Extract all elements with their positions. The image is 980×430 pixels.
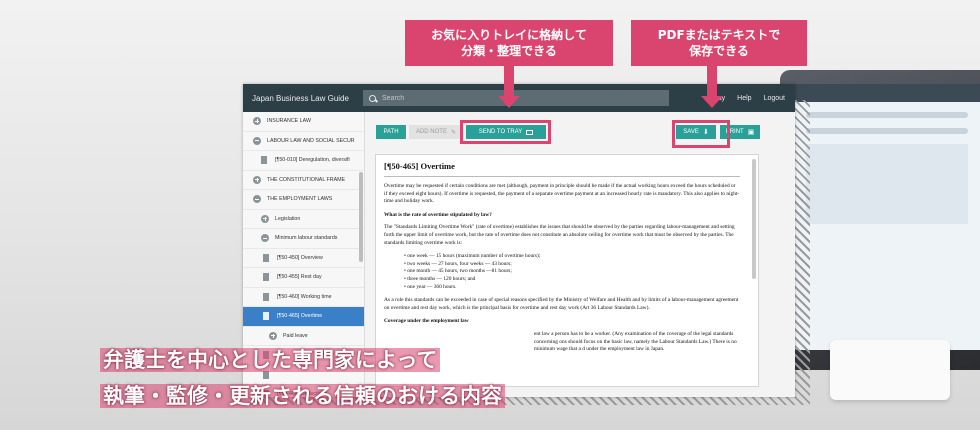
save-arrow <box>707 66 717 98</box>
sidebar-item-label: [¶50-460] Working time <box>277 293 332 300</box>
sidebar-item-label: [¶50-455] Rest day <box>277 274 322 281</box>
bg-screen-line <box>806 128 968 134</box>
path-button-label: PATH <box>383 129 399 135</box>
caption-line2: 執筆・監修・更新される信頼のおける内容 <box>100 380 505 410</box>
sidebar-item-label: [¶50-450] Overview <box>277 254 323 261</box>
search-input[interactable] <box>382 94 662 102</box>
background-laptop-screen <box>794 84 980 350</box>
paragraph: As a rule this standards can be exceeded… <box>384 297 739 311</box>
pencil-icon: ✎ <box>450 129 457 136</box>
document-body: [¶50-465] Overtime Overtime may be reque… <box>384 161 740 360</box>
expand-icon <box>269 331 277 340</box>
sidebar-item[interactable]: INSURANCE LAW <box>243 112 364 132</box>
sidebar-item-label: [¶50-010] Deregulation, diversifi <box>275 157 350 164</box>
sidebar-item[interactable]: THE CONSTITUTIONAL FRAME <box>243 171 364 190</box>
list-item: • one year — 360 hours. <box>404 283 457 290</box>
expand-icon <box>253 117 261 126</box>
list-item: • one month — 45 hours, two months —81 h… <box>404 268 512 275</box>
add-note-label: ADD NOTE <box>415 129 447 135</box>
section-heading: Coverage under the employment law <box>384 318 469 325</box>
tray-arrow-head <box>498 96 520 108</box>
document-icon <box>263 273 269 282</box>
save-callout: PDFまたはテキストで 保存できる <box>631 20 807 66</box>
app-title: Japan Business Law Guide <box>252 93 349 103</box>
sidebar-item[interactable]: LABOUR LAW AND SOCIAL SECUR <box>243 132 364 151</box>
collapse-icon <box>261 234 269 243</box>
sidebar-item-label: Paid leave <box>283 332 308 339</box>
save-callout-line1: PDFまたはテキストで <box>657 28 781 42</box>
list-item: • three months — 120 hours; and <box>404 275 476 282</box>
list-item: • one week — 15 hours (maximum number of… <box>404 253 541 260</box>
sidebar-item-label: INSURANCE LAW <box>267 118 311 125</box>
sidebar-item[interactable]: [¶50-460] Working time <box>243 288 364 307</box>
add-note-button[interactable]: ADD NOTE ✎ <box>409 125 463 139</box>
question-heading: What is the rate of overtime stipulated … <box>384 211 492 218</box>
sidebar-item[interactable]: [¶50-455] Rest day <box>243 268 364 288</box>
bg-screen-block <box>806 144 968 224</box>
expand-icon <box>261 214 269 223</box>
sidebar-item-label: LABOUR LAW AND SOCIAL SECUR <box>267 137 355 144</box>
sidebar-item[interactable]: [¶50-450] Overview <box>243 249 364 268</box>
printer-icon: ▣ <box>747 129 755 136</box>
background-laptop <box>780 70 980 370</box>
paragraph: The "Standards Limiting Overtime Work" (… <box>384 224 735 246</box>
save-callout-line2: 保存できる <box>689 44 749 58</box>
tray-callout: お気に入りトレイに格納して 分類・整理できる <box>405 20 613 66</box>
list-item: • two weeks — 27 hours, four weeks — 43 … <box>404 260 512 267</box>
paragraph: Overtime may be requested if certain con… <box>384 183 740 205</box>
nav-help[interactable]: Help <box>737 95 751 102</box>
search-icon <box>369 94 376 102</box>
sidebar-item[interactable]: Minimum labour standards <box>243 229 364 249</box>
collapse-icon <box>253 195 261 204</box>
document-icon <box>263 312 269 321</box>
sidebar-item-label: [¶50-465] Overtime <box>277 313 323 320</box>
document-title: [¶50-465] Overtime <box>384 161 740 177</box>
bg-screen-line <box>806 112 968 118</box>
document-icon <box>263 253 269 262</box>
path-button[interactable]: PATH <box>376 125 406 139</box>
document-icon <box>263 292 269 301</box>
caption-line2-text: 執筆・監修・更新される信頼のおける内容 <box>100 384 505 408</box>
sidebar-item-label: THE CONSTITUTIONAL FRAME <box>267 176 346 183</box>
document-icon <box>261 156 267 165</box>
document-scrollbar[interactable] <box>752 159 756 279</box>
bg-screen-bar <box>794 84 980 102</box>
save-highlight <box>672 120 730 148</box>
sidebar-item[interactable]: [¶50-465] Overtime <box>243 307 364 327</box>
save-arrow-head <box>701 96 723 108</box>
caption-line1: 弁護士を中心とした専門家によって <box>100 344 441 374</box>
sidebar-scrollbar[interactable] <box>359 172 363 262</box>
sidebar-item-label: THE EMPLOYMENT LAWS <box>267 196 333 203</box>
nav-logout[interactable]: Logout <box>764 95 785 102</box>
tray-arrow <box>504 66 514 98</box>
tray-callout-line1: お気に入りトレイに格納して <box>431 28 587 42</box>
caption-line1-text: 弁護士を中心とした専門家によって <box>100 348 441 372</box>
sidebar-item[interactable]: Legislation <box>243 210 364 229</box>
sidebar-item[interactable]: [¶50-010] Deregulation, diversifi <box>243 151 364 171</box>
send-to-tray-highlight <box>460 120 551 144</box>
sidebar-item-label: Legislation <box>275 215 301 222</box>
collapse-icon <box>253 136 261 145</box>
sidebar-item-label: Minimum labour standards <box>275 235 338 242</box>
tray-callout-line2: 分類・整理できる <box>461 44 557 58</box>
sidebar-item[interactable]: THE EMPLOYMENT LAWS <box>243 190 364 210</box>
overtime-limits-list: • one week — 15 hours (maximum number of… <box>404 253 740 291</box>
expand-icon <box>253 175 261 184</box>
background-object <box>830 340 950 400</box>
